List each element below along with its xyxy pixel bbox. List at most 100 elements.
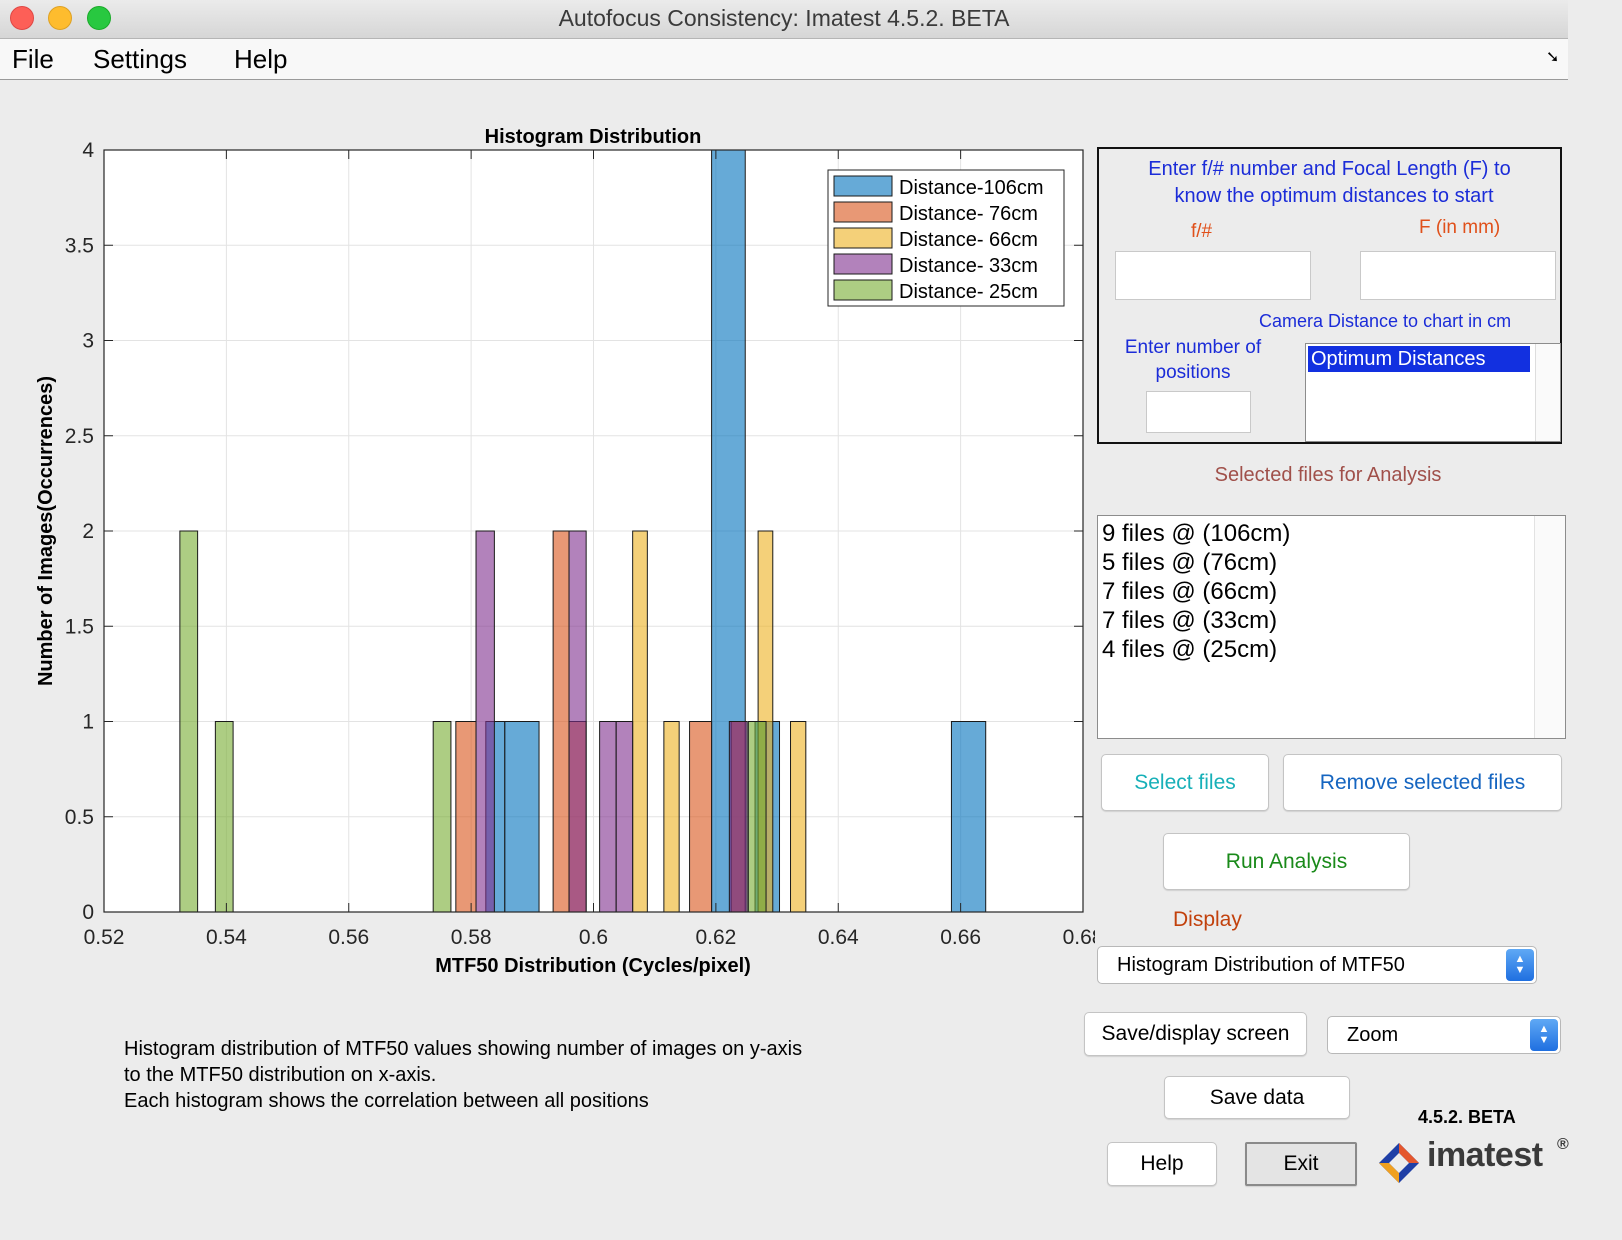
optimum-distances-item[interactable]: Optimum Distances: [1308, 346, 1530, 372]
x-tick-label: 0.54: [206, 926, 247, 949]
x-tick-label: 0.66: [940, 926, 981, 949]
histogram-bar: [552, 530, 570, 913]
focal-length-label: F (in mm): [1419, 217, 1501, 238]
select-files-button[interactable]: Select files: [1101, 754, 1269, 811]
x-tick-label: 0.62: [695, 926, 736, 949]
chevron-updown-icon: ▲ ▼: [1506, 949, 1534, 981]
display-label: Display: [1173, 908, 1242, 931]
imatest-logo-text: imatest: [1427, 1136, 1543, 1174]
x-tick-label: 0.64: [818, 926, 859, 949]
menu-help[interactable]: Help: [234, 44, 287, 75]
histogram-bar: [179, 530, 199, 913]
menu-file[interactable]: File: [12, 44, 54, 75]
y-tick-label: 3.5: [65, 234, 94, 257]
histogram-bar: [950, 721, 987, 913]
fnum-input[interactable]: [1115, 251, 1311, 300]
legend-label: Distance-106cm: [899, 177, 1044, 199]
positions-input[interactable]: [1146, 391, 1251, 433]
menu-settings[interactable]: Settings: [93, 44, 187, 75]
histogram-chart: Histogram Distribution 0.52 0.54 0.56 0.58 0…: [35, 126, 1095, 977]
legend-label: Distance- 66cm: [899, 229, 1038, 251]
y-tick-label: 1.5: [65, 615, 94, 638]
selected-files-list[interactable]: 9 files @ (106cm) 5 files @ (76cm) 7 fil…: [1097, 515, 1566, 739]
chart-title: Histogram Distribution: [485, 126, 702, 148]
legend-label: Distance- 33cm: [899, 255, 1038, 277]
selected-files-heading: Selected files for Analysis: [1214, 464, 1442, 486]
file-list-item[interactable]: 7 files @ (33cm): [1102, 607, 1277, 635]
x-tick-labels: 0.52 0.54 0.56 0.58 0.6 0.62 0.64 0.66 0.68: [84, 926, 1095, 949]
histogram-bar: [615, 721, 634, 913]
legend-swatch: [833, 279, 893, 301]
x-tick-label: 0.56: [328, 926, 369, 949]
y-tick-label: 1: [82, 711, 94, 734]
remove-selected-files-button[interactable]: Remove selected files: [1283, 754, 1562, 811]
fnumber-heading-line2: know the optimum distances to start: [1174, 185, 1494, 207]
legend-swatch: [833, 201, 893, 223]
help-button[interactable]: Help: [1107, 1142, 1217, 1186]
histogram-bar: [689, 721, 713, 913]
y-tick-label: 4: [82, 139, 94, 162]
file-list-item[interactable]: 4 files @ (25cm): [1102, 636, 1277, 664]
file-list-item[interactable]: 5 files @ (76cm): [1102, 549, 1277, 577]
file-list-item[interactable]: 7 files @ (66cm): [1102, 578, 1277, 606]
imatest-logo-icon: [1379, 1143, 1419, 1183]
x-tick-label: 0.52: [84, 926, 125, 949]
y-tick-labels: 0 0.5 1 1.5 2 2.5 3 3.5 4: [65, 139, 95, 924]
undock-arrow-icon[interactable]: ➘: [1546, 47, 1559, 67]
optimum-distances-list[interactable]: Optimum Distances: [1305, 343, 1561, 442]
description-line: to the MTF50 distribution on x-axis.: [124, 1064, 437, 1086]
histogram-bar: [790, 721, 807, 913]
x-tick-label: 0.6: [579, 926, 608, 949]
y-tick-label: 0: [82, 901, 94, 924]
zoom-select[interactable]: Zoom ▲ ▼: [1327, 1016, 1561, 1054]
legend-swatch: [833, 227, 893, 249]
fnumber-panel: Enter f/# number and Focal Length (F) to…: [1097, 147, 1562, 444]
window-title: Autofocus Consistency: Imatest 4.5.2. BE…: [558, 5, 1010, 31]
save-data-button[interactable]: Save data: [1164, 1076, 1350, 1119]
positions-label-line1: Enter number of: [1124, 337, 1262, 358]
registered-mark-icon: ®: [1557, 1136, 1569, 1153]
imatest-logo: imatest ®: [1377, 1136, 1569, 1188]
histogram-bar: [663, 721, 680, 913]
y-tick-label: 3: [82, 330, 94, 353]
description-line: Each histogram shows the correlation bet…: [124, 1090, 649, 1112]
title-bar: Autofocus Consistency: Imatest 4.5.2. BE…: [0, 0, 1568, 39]
camera-distance-label: Camera Distance to chart in cm: [1259, 311, 1512, 331]
files-scrollbar[interactable]: [1534, 516, 1565, 738]
chevron-updown-icon: ▲ ▼: [1530, 1019, 1558, 1051]
fnum-label: f/#: [1191, 221, 1213, 242]
legend-swatch: [833, 253, 893, 275]
histogram-bar: [504, 721, 540, 913]
y-tick-label: 2.5: [65, 425, 94, 448]
display-select[interactable]: Histogram Distribution of MTF50 ▲ ▼: [1097, 946, 1537, 984]
histogram-bar: [455, 721, 477, 913]
fnumber-heading-line1: Enter f/# number and Focal Length (F) to: [1148, 158, 1511, 180]
version-label: 4.5.2. BETA: [1418, 1107, 1516, 1127]
legend-label: Distance- 76cm: [899, 203, 1038, 225]
x-axis-label: MTF50 Distribution (Cycles/pixel): [435, 955, 751, 977]
legend-swatch: [833, 175, 893, 197]
run-analysis-button[interactable]: Run Analysis: [1163, 833, 1410, 890]
save-display-screen-button[interactable]: Save/display screen: [1084, 1012, 1307, 1056]
description-line: Histogram distribution of MTF50 values s…: [124, 1038, 803, 1060]
file-list-item[interactable]: 9 files @ (106cm): [1102, 520, 1290, 548]
histogram-bar: [728, 721, 748, 913]
focal-length-input[interactable]: [1360, 251, 1556, 300]
histogram-bar: [599, 721, 617, 913]
positions-label-line2: positions: [1155, 362, 1231, 383]
menu-bar: File Settings Help ➘: [0, 39, 1568, 80]
histogram-bar: [214, 721, 234, 913]
histogram-bar: [432, 721, 452, 913]
x-tick-label: 0.58: [451, 926, 492, 949]
y-tick-label: 0.5: [65, 806, 94, 829]
histogram-bar: [632, 530, 648, 913]
exit-button[interactable]: Exit: [1245, 1142, 1357, 1186]
legend: Distance-106cm Distance- 76cm Distance- 66…: [827, 169, 1065, 307]
histogram-bar: [475, 530, 495, 913]
histogram-bar: [747, 721, 767, 913]
display-select-value: Histogram Distribution of MTF50: [1117, 953, 1405, 976]
x-tick-label: 0.68: [1063, 926, 1095, 949]
zoom-select-value: Zoom: [1347, 1023, 1399, 1046]
distances-scrollbar[interactable]: [1535, 344, 1560, 441]
y-axis-label: Number of Images(Occurrences): [35, 376, 57, 686]
